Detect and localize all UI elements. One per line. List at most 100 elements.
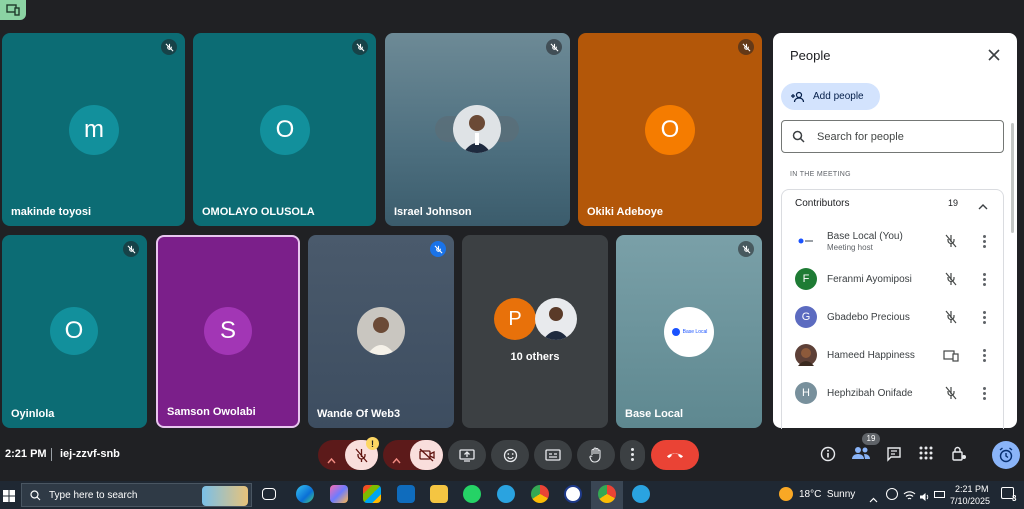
list-item[interactable]: H Hephzibah Onifade bbox=[773, 374, 1017, 412]
participant-name: Base Local (You) bbox=[827, 231, 903, 242]
network-icon[interactable] bbox=[886, 488, 898, 500]
whatsapp-icon[interactable] bbox=[463, 485, 481, 503]
wifi-icon[interactable] bbox=[903, 488, 916, 506]
avatar: H bbox=[795, 382, 817, 404]
mic-off-icon bbox=[355, 448, 368, 462]
chevron-up-icon[interactable] bbox=[978, 198, 988, 216]
clock-date[interactable]: 7/10/2025 bbox=[950, 496, 990, 506]
weather-sun-icon bbox=[779, 487, 793, 501]
others-tile[interactable]: P 10 others bbox=[462, 235, 608, 428]
participant-name: Israel Johnson bbox=[394, 206, 472, 218]
list-item[interactable]: Base Local (You) Meeting host bbox=[773, 222, 1017, 260]
copilot-icon[interactable] bbox=[330, 485, 348, 503]
edge-icon[interactable] bbox=[296, 485, 314, 503]
search-icon bbox=[30, 489, 41, 500]
tray-chevron-icon[interactable] bbox=[869, 490, 878, 508]
add-people-button[interactable]: Add people bbox=[781, 83, 880, 110]
hand-icon bbox=[589, 447, 601, 463]
mic-off-icon bbox=[430, 241, 446, 257]
avatar bbox=[795, 230, 817, 252]
participant-tile[interactable]: Base Local Base Local bbox=[616, 235, 762, 428]
meeting-details-button[interactable] bbox=[820, 446, 838, 464]
group-label: Contributors bbox=[795, 198, 850, 209]
word-icon[interactable] bbox=[564, 485, 582, 503]
more-options-icon[interactable] bbox=[983, 387, 986, 402]
activities-button[interactable] bbox=[919, 446, 937, 464]
warning-badge-icon: ! bbox=[366, 437, 379, 450]
captions-button[interactable] bbox=[534, 440, 572, 470]
raise-hand-button[interactable] bbox=[577, 440, 615, 470]
avatar bbox=[357, 307, 405, 355]
search-highlight-icon bbox=[202, 486, 248, 506]
list-item[interactable]: F Feranmi Ayomiposi bbox=[773, 260, 1017, 298]
window-icon[interactable] bbox=[0, 0, 26, 20]
telegram-icon[interactable] bbox=[632, 485, 650, 503]
battery-icon[interactable] bbox=[934, 491, 945, 498]
participant-tile[interactable]: O Oyinlola bbox=[2, 235, 147, 428]
camera-group[interactable] bbox=[383, 440, 443, 470]
scrollbar[interactable] bbox=[1011, 123, 1014, 233]
search-input[interactable]: Search for people bbox=[781, 120, 1004, 153]
divider bbox=[51, 448, 52, 461]
close-icon[interactable] bbox=[987, 48, 1001, 62]
telegram-icon[interactable] bbox=[497, 485, 515, 503]
mic-off-icon bbox=[945, 234, 957, 253]
participant-name: Oyinlola bbox=[11, 408, 55, 420]
add-person-icon bbox=[791, 91, 805, 102]
people-panel: People Add people Search for people IN T… bbox=[773, 33, 1017, 429]
more-options-icon[interactable] bbox=[983, 235, 986, 250]
present-screen-icon bbox=[459, 448, 475, 462]
participant-tile[interactable]: O OMOLAYO OLUSOLA bbox=[193, 33, 376, 226]
chevron-up-icon[interactable] bbox=[392, 451, 401, 469]
timer-button[interactable] bbox=[992, 441, 1020, 469]
taskbar-search-placeholder: Type here to search bbox=[49, 489, 138, 501]
list-item[interactable]: Hameed Happiness bbox=[773, 336, 1017, 374]
section-label: IN THE MEETING bbox=[790, 171, 851, 178]
more-options-icon[interactable] bbox=[983, 311, 986, 326]
more-options-button[interactable] bbox=[620, 440, 645, 470]
task-view-icon[interactable] bbox=[262, 488, 276, 500]
mic-off-icon bbox=[945, 386, 957, 405]
search-icon bbox=[792, 130, 805, 143]
participant-name: OMOLAYO OLUSOLA bbox=[202, 206, 315, 218]
participant-name: makinde toyosi bbox=[11, 206, 92, 218]
outlook-icon[interactable] bbox=[397, 485, 415, 503]
people-button[interactable] bbox=[852, 446, 872, 464]
notification-count: 3 bbox=[1012, 494, 1017, 503]
chat-button[interactable] bbox=[886, 446, 904, 464]
participant-tile[interactable]: m makinde toyosi bbox=[2, 33, 185, 226]
volume-icon[interactable] bbox=[919, 489, 930, 507]
meeting-code: iej-zzvf-snb bbox=[60, 448, 120, 460]
avatar: O bbox=[260, 105, 310, 155]
chrome-icon[interactable] bbox=[598, 485, 616, 503]
taskbar-search[interactable]: Type here to search bbox=[21, 483, 252, 507]
reactions-button[interactable] bbox=[491, 440, 529, 470]
presenting-icon bbox=[943, 349, 959, 367]
more-options-icon[interactable] bbox=[983, 349, 986, 364]
participant-tile[interactable]: O Okiki Adeboye bbox=[578, 33, 762, 226]
participant-tile-speaking[interactable]: S Samson Owolabi bbox=[156, 235, 300, 428]
mic-off-icon bbox=[546, 39, 562, 55]
avatar: S bbox=[204, 307, 252, 355]
end-call-icon bbox=[667, 453, 683, 458]
host-controls-button[interactable] bbox=[951, 446, 969, 464]
camera-off-icon bbox=[418, 448, 435, 462]
leave-call-button[interactable] bbox=[651, 440, 699, 470]
chevron-up-icon[interactable] bbox=[327, 451, 336, 469]
more-options-icon[interactable] bbox=[983, 273, 986, 288]
present-button[interactable] bbox=[448, 440, 486, 470]
add-people-label: Add people bbox=[813, 91, 864, 102]
clock-time[interactable]: 2:21 PM bbox=[955, 484, 989, 494]
camera-off-button[interactable] bbox=[410, 440, 443, 470]
file-explorer-icon[interactable] bbox=[430, 485, 448, 503]
participant-tile[interactable]: Wande Of Web3 bbox=[308, 235, 454, 428]
apps-grid-icon bbox=[919, 446, 933, 460]
mic-off-icon bbox=[945, 310, 957, 329]
list-item[interactable]: G Gbadebo Precious bbox=[773, 298, 1017, 336]
weather-text: 18°C Sunny bbox=[799, 489, 856, 500]
more-vert-icon bbox=[631, 447, 634, 463]
store-icon[interactable] bbox=[363, 485, 381, 503]
windows-start-icon[interactable] bbox=[3, 489, 15, 507]
participant-tile[interactable]: Israel Johnson bbox=[385, 33, 570, 226]
chrome-icon[interactable] bbox=[531, 485, 549, 503]
